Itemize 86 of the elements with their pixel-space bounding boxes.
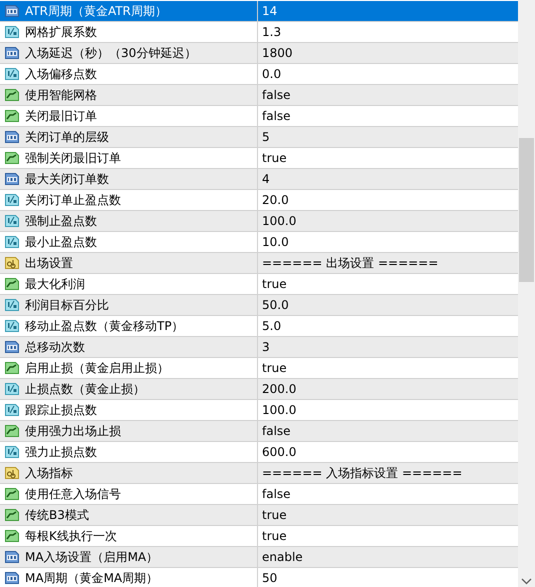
parameter-value[interactable]: false <box>262 88 291 102</box>
parameter-name: 强制关闭最旧订单 <box>25 150 121 166</box>
parameter-name: 最大关闭订单数 <box>25 170 109 188</box>
parameter-name: 出场设置 <box>25 254 73 272</box>
parameter-row[interactable]: ATR周期（黄金ATR周期） 14 <box>0 1 518 22</box>
parameter-row[interactable]: MA入场设置（启用MA） enable <box>0 547 518 568</box>
parameter-name: 总移动次数 <box>25 338 85 356</box>
parameter-value[interactable]: ====== 出场设置 ====== <box>262 254 438 272</box>
parameter-value[interactable]: 100.0 <box>262 403 296 417</box>
parameter-value[interactable]: 4 <box>262 172 270 186</box>
parameter-value[interactable]: 1.3 <box>262 25 282 39</box>
parameter-value[interactable]: ====== 入场指标设置 ====== <box>262 464 462 482</box>
parameter-row[interactable]: 使用智能网格 false <box>0 85 518 106</box>
parameter-row[interactable]: 每根K线执行一次 true <box>0 526 518 547</box>
parameter-row[interactable]: 最大化利润 true <box>0 274 518 295</box>
parameter-name: 传统B3模式 <box>25 506 89 524</box>
parameter-row[interactable]: 止损点数（黄金止损） 200.0 <box>0 379 518 400</box>
parameter-row[interactable]: 利润目标百分比 50.0 <box>0 295 518 316</box>
parameter-row[interactable]: 入场偏移点数 0.0 <box>0 64 518 85</box>
parameter-value[interactable]: 100.0 <box>262 214 296 228</box>
parameter-value[interactable]: 50 <box>262 571 278 585</box>
parameter-name: 利润目标百分比 <box>25 296 109 314</box>
parameter-value[interactable]: 1800 <box>262 46 293 60</box>
parameter-name: MA周期（黄金MA周期） <box>25 570 158 586</box>
parameter-value[interactable]: 20.0 <box>262 193 289 207</box>
parameter-name: 每根K线执行一次 <box>25 528 117 544</box>
parameter-name: 止损点数（黄金止损） <box>25 380 145 398</box>
parameter-value[interactable]: 600.0 <box>262 445 296 459</box>
parameter-value[interactable]: true <box>262 361 287 375</box>
parameter-value[interactable]: 50.0 <box>262 298 289 312</box>
parameter-value[interactable]: false <box>262 487 291 501</box>
parameter-row[interactable]: 出场设置 ====== 出场设置 ====== <box>0 253 518 274</box>
parameter-value[interactable]: 200.0 <box>262 382 296 396</box>
parameter-row[interactable]: 关闭订单止盈点数 20.0 <box>0 190 518 211</box>
parameter-name: 关闭订单的层级 <box>25 128 109 146</box>
parameter-name: 使用任意入场信号 <box>25 486 121 502</box>
parameter-row[interactable]: 关闭最旧订单 false <box>0 106 518 127</box>
parameter-row[interactable]: 传统B3模式 true <box>0 505 518 526</box>
parameter-name: 关闭最旧订单 <box>25 108 97 124</box>
parameter-row[interactable]: 强制止盈点数 100.0 <box>0 211 518 232</box>
parameter-row[interactable]: 移动止盈点数（黄金移动TP） 5.0 <box>0 316 518 337</box>
parameter-row[interactable]: 启用止损（黄金启用止损） true <box>0 358 518 379</box>
parameter-value[interactable]: 14 <box>262 4 278 18</box>
parameter-value[interactable]: 3 <box>262 340 270 354</box>
parameter-value[interactable]: true <box>262 151 287 165</box>
parameter-row[interactable]: 最小止盈点数 10.0 <box>0 232 518 253</box>
parameter-row[interactable]: 跟踪止损点数 100.0 <box>0 400 518 421</box>
parameter-value[interactable]: false <box>262 424 291 438</box>
parameter-value[interactable]: true <box>262 529 287 543</box>
parameter-name: 移动止盈点数（黄金移动TP） <box>25 318 184 334</box>
parameter-value[interactable]: 10.0 <box>262 235 289 249</box>
parameter-row[interactable]: 最大关闭订单数 4 <box>0 169 518 190</box>
parameter-name: ATR周期（黄金ATR周期） <box>25 2 167 20</box>
parameter-name: 网格扩展系数 <box>25 24 97 40</box>
parameter-name: 使用强力出场止损 <box>25 422 121 440</box>
parameter-value[interactable]: true <box>262 277 287 291</box>
parameter-name: 最小止盈点数 <box>25 234 97 250</box>
parameter-row[interactable]: 网格扩展系数 1.3 <box>0 22 518 43</box>
parameter-row[interactable]: 使用强力出场止损 false <box>0 421 518 442</box>
parameter-name: 入场偏移点数 <box>25 66 97 82</box>
parameter-value[interactable]: false <box>262 109 291 123</box>
parameter-name: 强力止损点数 <box>25 444 97 460</box>
parameter-name: 最大化利润 <box>25 276 85 292</box>
parameter-name: 入场延迟（秒）（30分钟延迟） <box>25 44 196 62</box>
parameter-name: 使用智能网格 <box>25 86 97 104</box>
parameter-value[interactable]: enable <box>262 550 303 564</box>
scrollbar[interactable] <box>518 0 535 587</box>
parameter-row[interactable]: 强力止损点数 600.0 <box>0 442 518 463</box>
parameter-row[interactable]: 关闭订单的层级 5 <box>0 127 518 148</box>
parameter-row[interactable]: 总移动次数 3 <box>0 337 518 358</box>
parameter-name: 强制止盈点数 <box>25 212 97 230</box>
parameter-name: 入场指标 <box>25 464 73 482</box>
parameter-row[interactable]: 入场延迟（秒）（30分钟延迟） 1800 <box>0 43 518 64</box>
parameter-value[interactable]: true <box>262 508 287 522</box>
parameter-value[interactable]: 0.0 <box>262 67 282 81</box>
parameter-name: 跟踪止损点数 <box>25 402 97 418</box>
parameter-name: MA入场设置（启用MA） <box>25 548 158 566</box>
parameter-value[interactable]: 5.0 <box>262 319 282 333</box>
parameter-row[interactable]: 入场指标 ====== 入场指标设置 ====== <box>0 463 518 484</box>
parameter-name: 关闭订单止盈点数 <box>25 192 121 208</box>
parameter-name: 启用止损（黄金启用止损） <box>25 360 169 376</box>
scroll-down-icon[interactable] <box>521 578 532 585</box>
parameter-row[interactable]: 使用任意入场信号 false <box>0 484 518 505</box>
parameter-row[interactable]: 强制关闭最旧订单 true <box>0 148 518 169</box>
scrollbar-thumb[interactable] <box>519 138 534 282</box>
parameter-value[interactable]: 5 <box>262 130 270 144</box>
